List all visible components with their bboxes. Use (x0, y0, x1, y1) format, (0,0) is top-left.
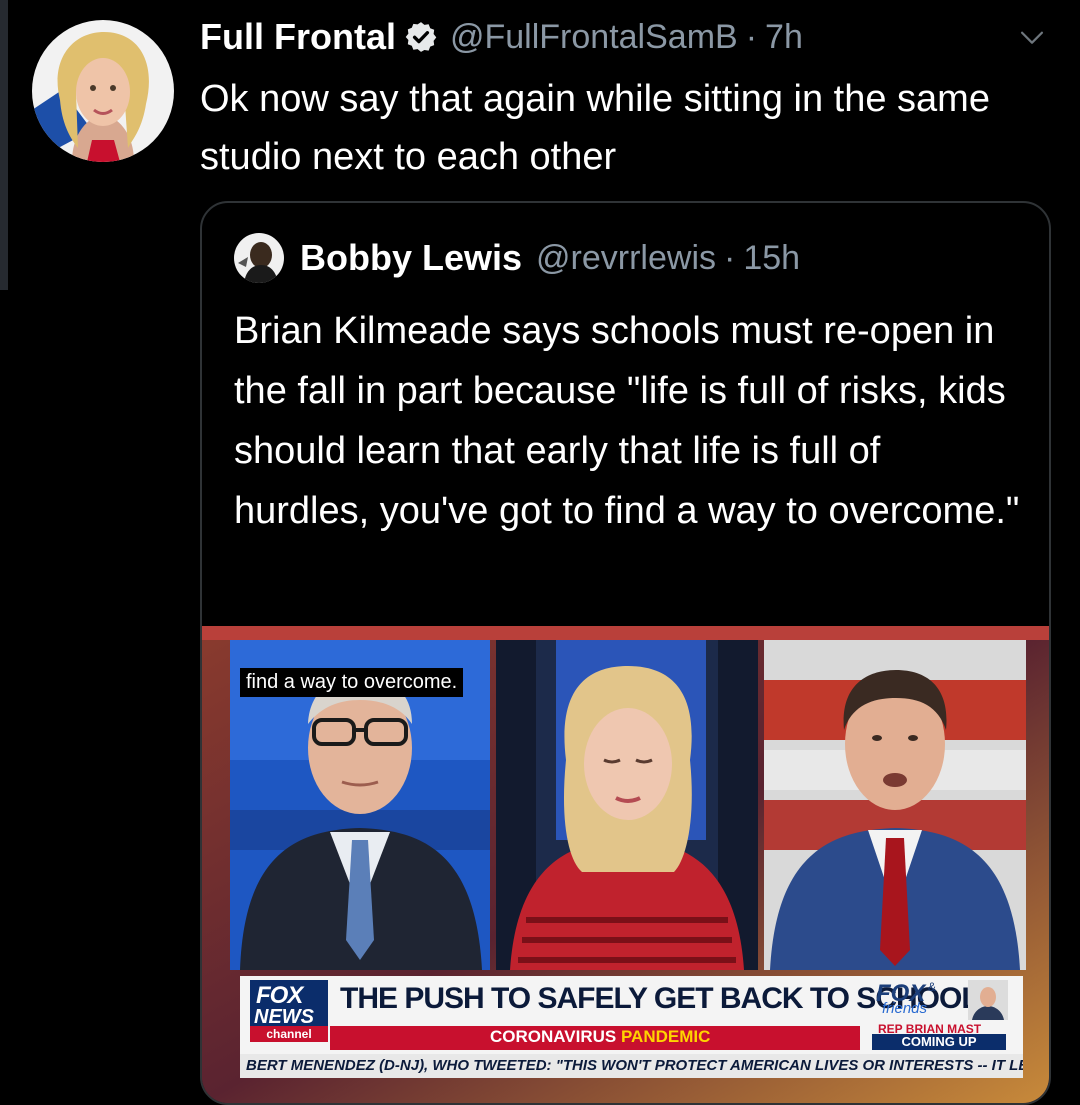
video-panel-center (496, 640, 758, 970)
guest-thumbnail (968, 980, 1008, 1020)
author-avatar[interactable] (32, 20, 174, 162)
meta-separator: · (745, 17, 758, 56)
show-logo-amp: & (928, 980, 937, 994)
quoted-tweet-text: Brian Kilmeade says schools must re-open… (234, 310, 1020, 532)
chyron-subhead: CORONAVIRUS PANDEMIC (490, 1027, 710, 1047)
news-ticker: BERT MENENDEZ (D-NJ), WHO TWEETED: "THIS… (240, 1054, 1023, 1078)
quoted-tweet-timestamp[interactable]: 15h (743, 239, 800, 278)
quoted-author-avatar[interactable] (234, 233, 284, 283)
tweet-text: Ok now say that again while sitting in t… (200, 78, 990, 178)
verified-badge-icon (404, 20, 438, 54)
video-panel-right (764, 640, 1026, 970)
fox-and-friends-promo: FOX & friends REP BRIAN MAST COMING UP (872, 978, 1012, 1050)
chyron-subhead-accent: PANDEMIC (620, 1027, 711, 1046)
show-logo-sub: friends (882, 1000, 928, 1017)
meta-separator: · (724, 238, 736, 277)
tweet-timestamp[interactable]: 7h (765, 18, 803, 57)
quoted-author-handle[interactable]: @revrrlewis (536, 239, 716, 278)
quoted-tweet-card[interactable]: Bobby Lewis @revrrlewis · 15h Brian Kilm… (200, 201, 1051, 1105)
video-still[interactable]: find a way to overcome. FOX NEWS channel… (202, 626, 1049, 1103)
author-name[interactable]: Full Frontal (200, 16, 396, 58)
quoted-author-name[interactable]: Bobby Lewis (300, 237, 522, 279)
author-handle[interactable]: @FullFrontalSamB (450, 18, 738, 57)
news-chyron: FOX NEWS channel THE PUSH TO SAFELY GET … (240, 976, 1023, 1054)
video-caption: find a way to overcome. (240, 668, 464, 697)
tweet-header: Full Frontal @FullFrontalSamB · 7h (200, 12, 803, 62)
promo-status: COMING UP (872, 1034, 1006, 1050)
fox-logo-line3: channel (250, 1026, 328, 1042)
quoted-tweet-header: Bobby Lewis @revrrlewis · 15h (234, 233, 800, 283)
chyron-subhead-main: CORONAVIRUS (490, 1027, 621, 1046)
fox-news-logo: FOX NEWS channel (250, 980, 328, 1042)
scroll-edge-marker (0, 0, 8, 290)
chevron-down-icon[interactable] (1015, 20, 1049, 54)
